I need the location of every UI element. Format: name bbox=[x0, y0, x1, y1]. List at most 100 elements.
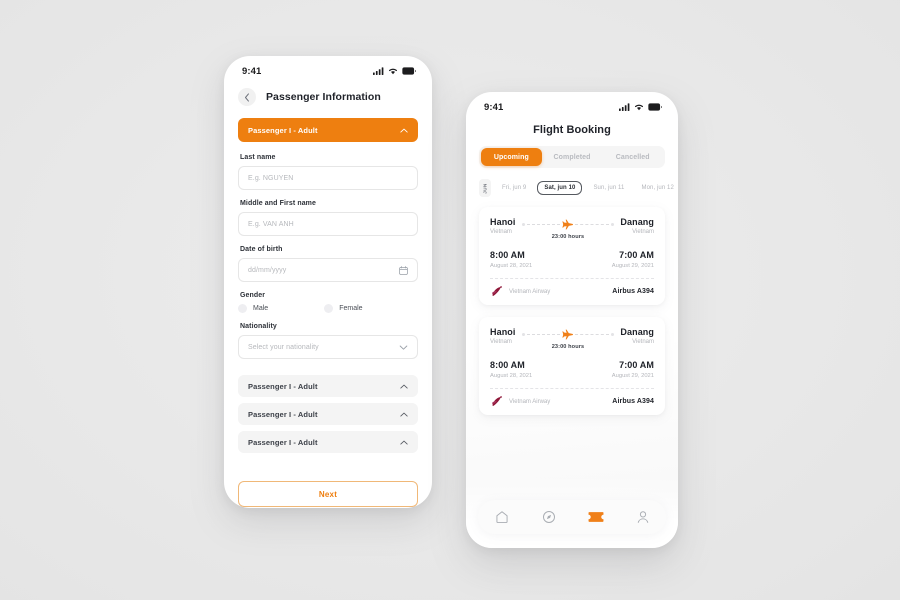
radio-female-label: Female bbox=[339, 305, 363, 312]
departure: 8:00 AM August 28, 2021 bbox=[490, 360, 532, 379]
vietnam-airway-logo-icon bbox=[492, 286, 502, 296]
input-last-name[interactable]: E.g. NGUYEN bbox=[238, 166, 418, 190]
bottom-tab-bar bbox=[478, 500, 666, 534]
battery-icon bbox=[648, 103, 662, 111]
gender-radio-group: Male Female bbox=[238, 304, 418, 313]
calendar-icon[interactable] bbox=[399, 265, 408, 275]
airline-name: Vietnam Airway bbox=[509, 398, 551, 405]
route-dash-right bbox=[575, 224, 609, 225]
date-chip-mon[interactable]: Mon, jun 12 bbox=[635, 182, 678, 194]
origin: Hanoi Vietnam bbox=[490, 327, 516, 345]
label-date-of-birth: Date of birth bbox=[240, 246, 283, 253]
next-button[interactable]: Next bbox=[238, 481, 418, 507]
vietnam-airway-logo-icon bbox=[492, 396, 502, 406]
radio-male-dot bbox=[238, 304, 247, 313]
tab-cancelled[interactable]: Cancelled bbox=[602, 148, 663, 166]
airline-left: Vietnam Airway bbox=[490, 286, 550, 297]
airline-row: Vietnam Airway Airbus A394 bbox=[490, 396, 654, 407]
route-end-dot bbox=[610, 332, 615, 337]
status-bar-right: 9:41 bbox=[466, 92, 678, 118]
tab-home[interactable] bbox=[491, 506, 513, 528]
airline-name: Vietnam Airway bbox=[509, 288, 551, 295]
arrival-date: August 29, 2021 bbox=[611, 263, 654, 269]
month-chip: JUN bbox=[479, 179, 491, 197]
next-button-wrap: Next bbox=[224, 459, 432, 507]
accordion-passenger-4[interactable]: Passenger I - Adult bbox=[238, 431, 418, 453]
accordion-passenger-2[interactable]: Passenger I - Adult bbox=[238, 375, 418, 397]
phone-passenger-information: 9:41 Passenger Information Passenger I -… bbox=[224, 56, 432, 508]
airline-left: Vietnam Airway bbox=[490, 396, 550, 407]
airplane-icon bbox=[562, 329, 574, 340]
booking-status-tabs: Upcoming Completed Cancelled bbox=[479, 146, 665, 168]
departure-time: 8:00 AM bbox=[490, 250, 525, 260]
label-gender: Gender bbox=[240, 292, 266, 299]
accordion-passenger-3[interactable]: Passenger I - Adult bbox=[238, 403, 418, 425]
input-date-of-birth[interactable]: dd/mm/yyyy bbox=[238, 258, 418, 282]
route-start-dot bbox=[521, 332, 526, 337]
home-icon bbox=[495, 511, 508, 523]
times-row: 8:00 AM August 28, 2021 7:00 AM August 2… bbox=[490, 250, 654, 269]
airplane-icon bbox=[562, 219, 574, 230]
origin-country: Vietnam bbox=[490, 229, 512, 235]
accordion-3-label: Passenger I - Adult bbox=[248, 409, 318, 419]
select-nationality-placeholder: Select your nationality bbox=[248, 343, 319, 351]
route-dash-left bbox=[527, 334, 561, 335]
tab-completed[interactable]: Completed bbox=[542, 148, 603, 166]
input-middle-first-name[interactable]: E.g. VAN ANH bbox=[238, 212, 418, 236]
accordion-open-label: Passenger I - Adult bbox=[248, 125, 318, 135]
destination: Danang Vietnam bbox=[620, 217, 654, 235]
left-nav-header: Passenger Information bbox=[224, 82, 432, 110]
label-last-name: Last name bbox=[240, 154, 276, 161]
route-middle: 23:00 hours bbox=[516, 329, 621, 350]
route-dash-right bbox=[575, 334, 609, 335]
airline-row: Vietnam Airway Airbus A394 bbox=[490, 286, 654, 297]
route-line bbox=[521, 329, 615, 340]
arrival: 7:00 AM August 29, 2021 bbox=[612, 250, 654, 269]
route-line bbox=[521, 219, 615, 230]
origin: Hanoi Vietnam bbox=[490, 217, 516, 235]
date-chip-sat-selected[interactable]: Sat, jun 10 bbox=[537, 181, 583, 195]
route-middle: 23:00 hours bbox=[516, 219, 621, 240]
destination-country: Vietnam bbox=[632, 229, 654, 235]
radio-male[interactable]: Male bbox=[238, 304, 268, 313]
wifi-icon bbox=[389, 68, 397, 75]
person-icon bbox=[637, 511, 648, 523]
chevron-down-icon bbox=[399, 345, 408, 350]
arrival-time: 7:00 AM bbox=[619, 360, 654, 370]
canvas: 9:41 Passenger Information Passenger I -… bbox=[0, 0, 900, 600]
label-middle-first-name: Middle and First name bbox=[240, 200, 316, 207]
flight-card[interactable]: Hanoi Vietnam 23:00 hours Danang Vietnam… bbox=[479, 317, 665, 415]
date-chip-sun[interactable]: Sun, jun 11 bbox=[587, 182, 630, 194]
aircraft-model: Airbus A394 bbox=[612, 398, 654, 405]
arrival-date: August 29, 2021 bbox=[611, 373, 654, 379]
select-nationality[interactable]: Select your nationality bbox=[238, 335, 418, 359]
radio-female[interactable]: Female bbox=[324, 304, 363, 313]
date-strip[interactable]: JUN Fri, jun 9 Sat, jun 10 Sun, jun 11 M… bbox=[466, 168, 678, 207]
tab-profile[interactable] bbox=[632, 506, 654, 528]
tab-upcoming[interactable]: Upcoming bbox=[481, 148, 542, 166]
status-time: 9:41 bbox=[242, 65, 262, 77]
departure-date: August 28, 2021 bbox=[490, 263, 533, 269]
arrival: 7:00 AM August 29, 2021 bbox=[612, 360, 654, 379]
destination-city: Danang bbox=[620, 327, 654, 337]
tab-explore[interactable] bbox=[538, 506, 560, 528]
route-end-dot bbox=[610, 222, 615, 227]
flight-duration: 23:00 hours bbox=[551, 344, 585, 350]
destination-city: Danang bbox=[620, 217, 654, 227]
flight-duration: 23:00 hours bbox=[551, 234, 585, 240]
cellular-signal-icon bbox=[373, 67, 384, 75]
tab-tickets[interactable] bbox=[585, 506, 607, 528]
origin-city: Hanoi bbox=[490, 327, 516, 337]
accordion-passenger-1-open[interactable]: Passenger I - Adult bbox=[238, 118, 418, 142]
flight-card[interactable]: Hanoi Vietnam 23:00 hours Danang Vietnam… bbox=[479, 207, 665, 305]
phone-flight-booking: 9:41 Flight Booking Upcoming Completed C… bbox=[466, 92, 678, 548]
chevron-left-icon bbox=[244, 92, 249, 102]
chevron-up-icon bbox=[400, 412, 408, 417]
month-chip-label: JUN bbox=[482, 182, 488, 194]
status-bar-left: 9:41 bbox=[224, 56, 432, 82]
chevron-up-icon bbox=[400, 128, 408, 133]
label-nationality: Nationality bbox=[240, 323, 277, 330]
date-chip-fri[interactable]: Fri, jun 9 bbox=[496, 182, 532, 194]
battery-icon bbox=[402, 67, 416, 75]
back-button[interactable] bbox=[238, 88, 256, 106]
